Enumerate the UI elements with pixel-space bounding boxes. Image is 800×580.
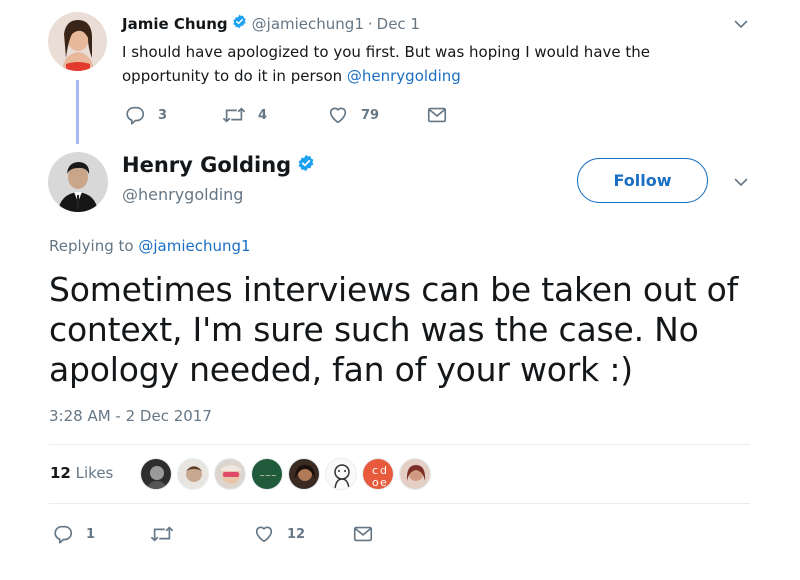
main-author-handle[interactable]: @henrygolding	[122, 185, 243, 204]
svg-text:o: o	[372, 476, 379, 489]
parent-author-handle[interactable]: @jamiechung1	[252, 15, 364, 33]
reply-button[interactable]: 3	[124, 104, 167, 126]
liker-avatar[interactable]	[214, 458, 246, 490]
retweet-count: 4	[258, 107, 268, 123]
likes-summary[interactable]: 12 Likes	[50, 464, 113, 482]
main-tweet-text: Sometimes interviews can be taken out of…	[49, 270, 739, 389]
reply-icon	[126, 106, 145, 125]
reply-count: 3	[158, 107, 168, 123]
retweet-button[interactable]: 4	[222, 104, 267, 126]
avatar-jamie-chung[interactable]	[48, 12, 107, 71]
direct-message-button[interactable]	[426, 104, 448, 126]
likes-label: Likes	[70, 464, 114, 482]
parent-author-name[interactable]: Jamie Chung	[122, 15, 228, 33]
verified-badge-icon	[232, 14, 247, 33]
replying-to-handle[interactable]: @jamiechung1	[138, 237, 250, 255]
liker-avatar[interactable]	[177, 458, 209, 490]
chevron-down-icon[interactable]	[733, 16, 749, 32]
like-count: 12	[287, 526, 306, 542]
liker-avatar[interactable]	[325, 458, 357, 490]
header-separator: ·	[367, 14, 373, 33]
main-author-name-text[interactable]: Henry Golding	[122, 153, 291, 177]
heart-icon	[329, 107, 347, 124]
envelope-icon	[427, 107, 447, 123]
retweet-button[interactable]	[150, 523, 174, 545]
chevron-down-icon[interactable]	[733, 174, 749, 190]
parent-tweet-header: Jamie Chung @jamiechung1 · Dec 1	[122, 14, 420, 33]
liker-avatar[interactable]	[288, 458, 320, 490]
svg-text:~~~: ~~~	[259, 472, 277, 480]
tweet-timestamp[interactable]: 3:28 AM - 2 Dec 2017	[49, 407, 212, 425]
svg-text:e: e	[380, 476, 387, 489]
like-button[interactable]: 79	[327, 104, 379, 126]
liker-avatar[interactable]: ~~~	[251, 458, 283, 490]
divider	[49, 444, 750, 445]
parent-tweet[interactable]: Jamie Chung @jamiechung1 · Dec 1 I shoul…	[0, 0, 800, 150]
replying-to-prefix: Replying to	[49, 237, 139, 255]
main-tweet-actions: 1 12	[52, 523, 392, 547]
like-button[interactable]: 12	[253, 523, 305, 545]
retweet-icon	[150, 526, 174, 542]
reply-count: 1	[86, 526, 96, 542]
mention-link[interactable]: @henrygolding	[347, 67, 461, 85]
direct-message-button[interactable]	[352, 523, 374, 545]
thread-connector-line	[76, 80, 79, 144]
retweet-icon	[222, 107, 246, 123]
envelope-icon	[353, 526, 373, 542]
parent-tweet-actions: 3 4 79	[124, 104, 464, 128]
follow-button[interactable]: Follow	[577, 158, 708, 203]
reply-button[interactable]: 1	[52, 523, 95, 545]
like-count: 79	[361, 107, 380, 123]
divider	[49, 503, 750, 504]
reply-icon	[54, 525, 73, 544]
heart-icon	[255, 526, 273, 543]
liker-avatar[interactable]: cdoe	[362, 458, 394, 490]
likers-avatar-row: ~~~ cdoe	[140, 458, 440, 490]
parent-tweet-date[interactable]: Dec 1	[377, 15, 420, 33]
liker-avatar[interactable]	[399, 458, 431, 490]
main-author-name[interactable]: Henry Golding	[122, 153, 315, 177]
liker-avatar[interactable]	[140, 458, 172, 490]
replying-to: Replying to @jamiechung1	[49, 237, 251, 255]
verified-badge-icon	[297, 153, 315, 177]
avatar-henry-golding[interactable]	[48, 152, 108, 212]
parent-tweet-text: I should have apologized to you first. B…	[122, 40, 702, 88]
likes-count: 12	[50, 464, 71, 482]
